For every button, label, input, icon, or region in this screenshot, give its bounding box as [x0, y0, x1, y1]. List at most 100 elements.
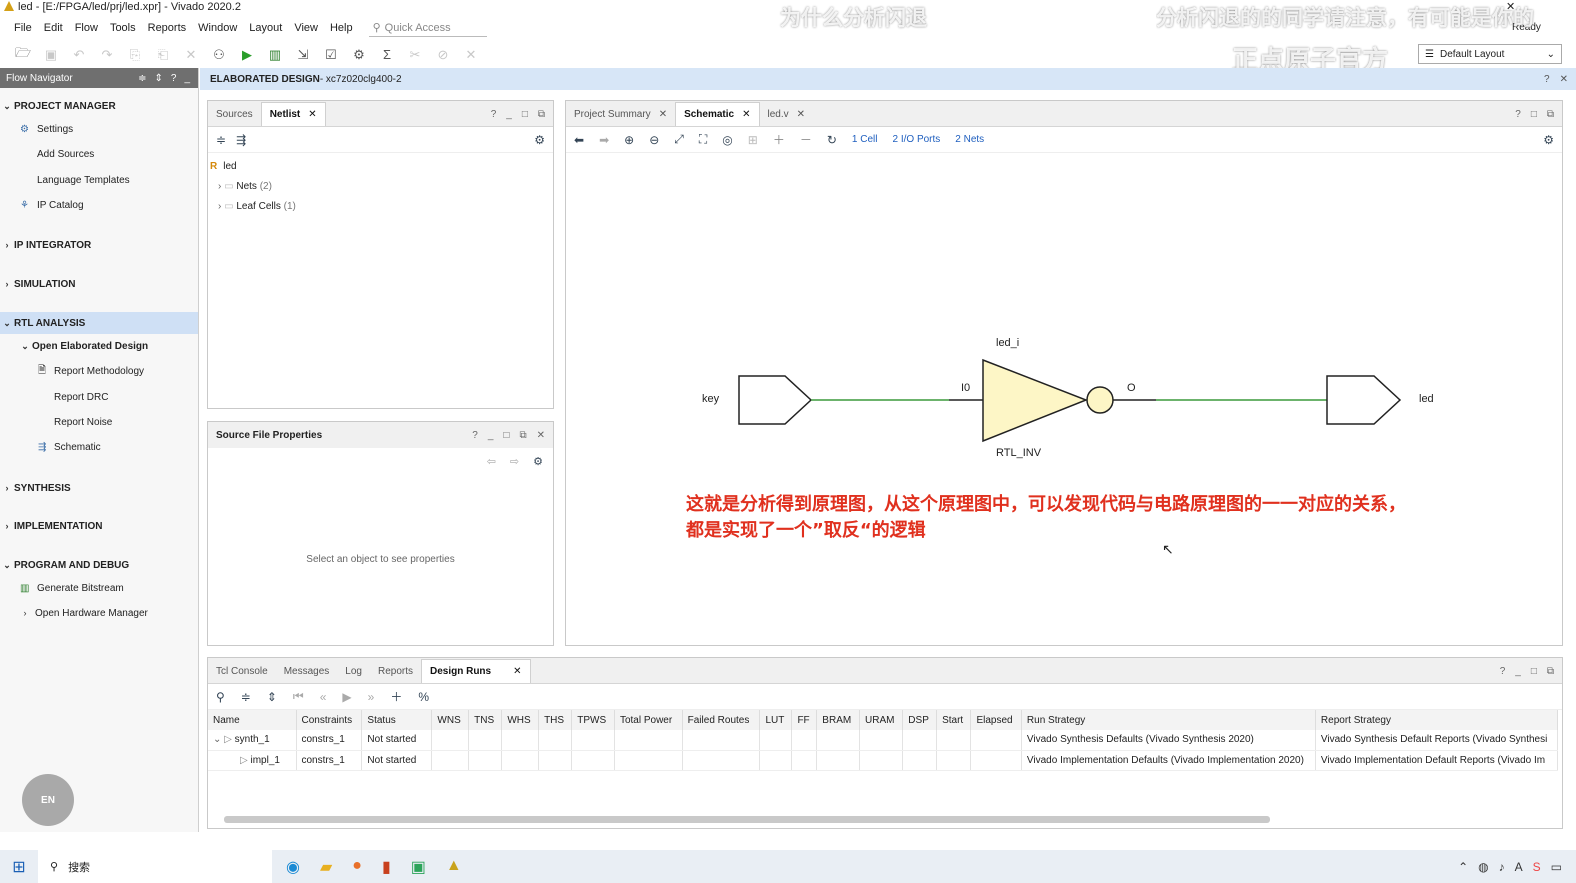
nav-rtl-analysis[interactable]: ⌄ RTL ANALYSIS — [0, 312, 198, 334]
collapse-all-icon[interactable]: ≑ — [216, 133, 226, 147]
expand-all-icon[interactable]: ⇕ — [267, 690, 277, 704]
tree-leaf-cells[interactable]: › ▭ Leaf Cells (1) — [210, 197, 553, 217]
previous-icon[interactable]: « — [320, 690, 327, 704]
open-project-icon[interactable]: 🗁 — [12, 44, 34, 66]
menu-help[interactable]: Help — [324, 22, 359, 34]
nav-open-elaborated[interactable]: ⌄ Open Elaborated Design — [0, 336, 198, 356]
help-icon[interactable]: ? — [1544, 74, 1550, 85]
zoom-fit-icon[interactable]: ⤢ — [674, 132, 684, 147]
close-icon[interactable]: ✕ — [659, 109, 667, 120]
add-run-icon[interactable]: ＋ — [390, 688, 402, 705]
report-icon[interactable]: ☑ — [320, 44, 342, 66]
refresh-icon[interactable]: ↻ — [827, 133, 837, 147]
add-icon[interactable]: ＋ — [773, 131, 785, 148]
vivado-icon[interactable]: ▲ — [446, 857, 462, 877]
gear-icon[interactable]: ⚙ — [533, 455, 543, 468]
nav-program-debug[interactable]: ⌄ PROGRAM AND DEBUG — [0, 555, 198, 575]
minimize-icon[interactable]: _ — [488, 430, 494, 441]
menu-edit[interactable]: Edit — [38, 22, 69, 34]
back-icon[interactable]: ⇦ — [487, 455, 496, 468]
first-icon[interactable]: ⏮ — [293, 689, 304, 704]
nav-implementation[interactable]: › IMPLEMENTATION — [0, 516, 198, 536]
collapse-all-icon[interactable]: ≑ — [241, 690, 251, 704]
windows-start-icon[interactable]: ⊞ — [0, 857, 38, 877]
explorer-icon[interactable]: ▰ — [320, 857, 332, 877]
collapse-icon[interactable]: ≑ — [138, 73, 146, 84]
app-en-icon[interactable]: ▣ — [411, 857, 426, 877]
quick-access-input[interactable]: ⚲ Quick Access — [368, 19, 487, 37]
search-icon[interactable]: ⚲ — [216, 690, 225, 704]
gear-icon[interactable]: ⚙ — [534, 133, 545, 147]
tool-a-icon[interactable]: ✂ — [404, 44, 426, 66]
help-icon[interactable]: ? — [1500, 666, 1506, 677]
nav-add-sources[interactable]: Add Sources — [0, 144, 198, 164]
firefox-icon[interactable]: ● — [352, 857, 362, 877]
sogou-icon[interactable]: S — [1533, 860, 1541, 874]
powerpoint-icon[interactable]: ▮ — [382, 857, 391, 877]
forward-icon[interactable]: ➡ — [599, 133, 609, 147]
output-port-led[interactable] — [1326, 375, 1402, 425]
maximize-icon[interactable]: □ — [503, 430, 509, 441]
network-icon[interactable]: ◍ — [1478, 860, 1488, 874]
nav-report-noise[interactable]: Report Noise — [0, 412, 198, 432]
tab-led-v[interactable]: led.v ✕ — [760, 102, 814, 126]
next-icon[interactable]: » — [368, 690, 375, 704]
tree-root[interactable]: Rled — [210, 157, 553, 177]
select-icon[interactable]: ◎ — [722, 133, 732, 147]
minimize-icon[interactable]: _ — [1515, 666, 1521, 677]
float-icon[interactable]: ⧉ — [519, 430, 526, 441]
tab-tcl-console[interactable]: Tcl Console — [208, 659, 276, 683]
nav-settings[interactable]: ⚙ Settings — [0, 119, 198, 139]
redo-icon[interactable]: ↷ — [96, 44, 118, 66]
bitstream-icon[interactable]: ▥ — [264, 44, 286, 66]
close-icon[interactable]: ✕ — [308, 109, 316, 120]
ime-icon[interactable]: A — [1515, 860, 1523, 874]
tab-project-summary[interactable]: Project Summary ✕ — [566, 102, 675, 126]
float-icon[interactable]: ⧉ — [1547, 109, 1554, 120]
nav-ip-integrator[interactable]: › IP INTEGRATOR — [0, 235, 198, 255]
save-icon[interactable]: ▣ — [40, 44, 62, 66]
edge-icon[interactable]: ◉ — [286, 857, 300, 877]
cells-link[interactable]: 1 Cell — [852, 134, 878, 145]
sigma-icon[interactable]: Σ — [376, 44, 398, 66]
tab-messages[interactable]: Messages — [276, 659, 338, 683]
forward-icon[interactable]: ⇨ — [510, 455, 519, 468]
taskbar-search[interactable]: ⚲ 搜索 — [38, 850, 272, 883]
play-icon[interactable]: ▶ — [342, 690, 351, 704]
expand-icon[interactable]: ⊞ — [748, 133, 758, 147]
nav-project-manager[interactable]: ⌄ PROJECT MANAGER — [0, 96, 198, 116]
help-icon[interactable]: ? — [171, 73, 177, 84]
close-icon[interactable]: ✕ — [1560, 74, 1568, 85]
nav-open-hardware-manager[interactable]: › Open Hardware Manager — [0, 603, 198, 623]
maximize-icon[interactable]: □ — [1531, 109, 1537, 120]
nav-ip-catalog[interactable]: ⚘ IP Catalog — [0, 195, 198, 215]
floating-input-badge[interactable]: EN — [22, 774, 74, 826]
gear-icon[interactable]: ⚙ — [1543, 133, 1554, 147]
table-row[interactable]: ▷ impl_1 constrs_1 Not started Vivado Im… — [208, 750, 1559, 771]
chevron-up-icon[interactable]: ⌃ — [1458, 860, 1468, 874]
chevron-down-icon[interactable]: ⌄ — [213, 734, 221, 745]
zoom-in-icon[interactable]: ⊕ — [624, 133, 634, 147]
minimize-icon[interactable]: _ — [506, 109, 512, 120]
tab-log[interactable]: Log — [337, 659, 370, 683]
debug-icon[interactable]: ⚇ — [208, 44, 230, 66]
help-icon[interactable]: ? — [1515, 109, 1521, 120]
nets-link[interactable]: 2 Nets — [955, 134, 984, 145]
tab-netlist[interactable]: Netlist ✕ — [260, 102, 326, 126]
options-icon[interactable]: ⇕ — [154, 73, 162, 84]
remove-icon[interactable]: － — [800, 131, 812, 148]
close-icon[interactable]: ✕ — [742, 109, 750, 120]
run-icon[interactable]: ▶ — [236, 44, 258, 66]
table-row[interactable]: ⌄ ▷ synth_1 constrs_1 Not started Vivado… — [208, 730, 1559, 751]
nav-report-methodology[interactable]: 🗎 Report Methodology — [0, 361, 198, 381]
menu-file[interactable]: File — [8, 22, 38, 34]
menu-view[interactable]: View — [288, 22, 324, 34]
back-icon[interactable]: ⬅ — [574, 133, 584, 147]
close-icon[interactable]: ✕ — [797, 109, 805, 120]
schematic-icon[interactable]: ⇶ — [236, 133, 246, 147]
undo-icon[interactable]: ↶ — [68, 44, 90, 66]
nav-language-templates[interactable]: Language Templates — [0, 170, 198, 190]
maximize-icon[interactable]: □ — [522, 109, 528, 120]
tab-sources[interactable]: Sources — [208, 102, 261, 126]
menu-flow[interactable]: Flow — [69, 22, 104, 34]
